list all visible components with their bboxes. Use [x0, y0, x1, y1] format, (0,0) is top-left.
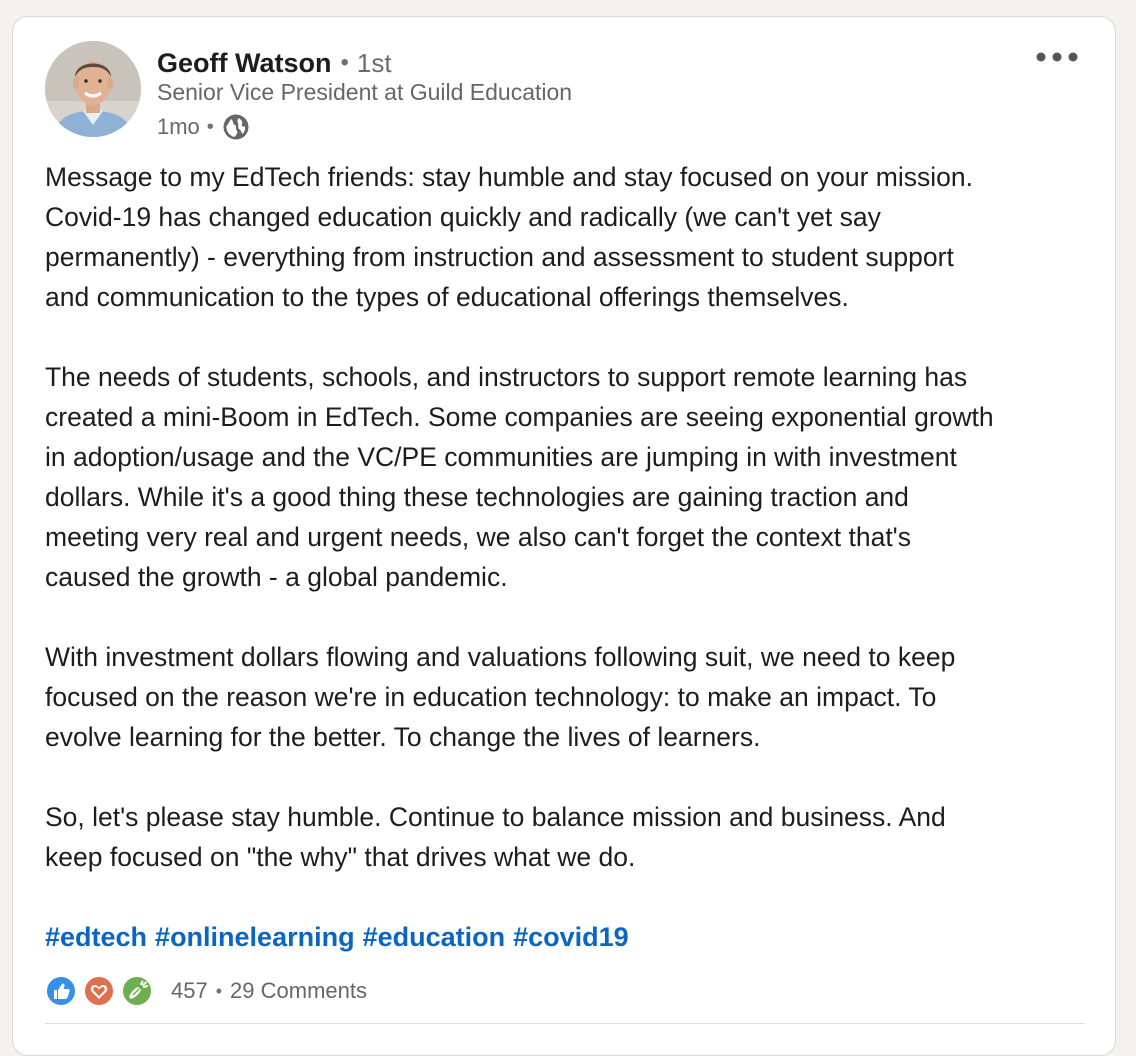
divider: [45, 1023, 1085, 1024]
social-counts: 457 • 29 Comments: [45, 974, 367, 1008]
love-icon: [83, 975, 115, 1007]
post-line: and communication to the types of educat…: [45, 282, 849, 312]
post-line: Covid-19 has changed education quickly a…: [45, 202, 881, 232]
post-line: in adoption/usage and the VC/PE communit…: [45, 442, 957, 472]
author-name-row: Geoff Watson • 1st: [157, 43, 392, 83]
author-name[interactable]: Geoff Watson: [157, 48, 332, 79]
post-line: evolve learning for the better. To chang…: [45, 722, 761, 752]
post-line: dollars. While it's a good thing these t…: [45, 482, 909, 512]
post-line: meeting very real and urgent needs, we a…: [45, 522, 911, 552]
post-paragraph: Message to my EdTech friends: stay humbl…: [45, 157, 1105, 317]
author-avatar[interactable]: [45, 41, 141, 137]
post-line: caused the growth - a global pandemic.: [45, 562, 508, 592]
hashtag-list: #edtech #onlinelearning #education #covid19: [45, 917, 637, 957]
author-headline: Senior Vice President at Guild Education: [157, 79, 573, 105]
post-card: Geoff Watson • 1st Senior Vice President…: [12, 16, 1116, 1056]
author-photo: [45, 41, 141, 137]
hashtag-link[interactable]: #onlinelearning: [155, 922, 355, 952]
post-line: focused on the reason we're in education…: [45, 682, 937, 712]
reaction-count[interactable]: 457: [171, 978, 208, 1004]
post-paragraph: With investment dollars flowing and valu…: [45, 637, 1105, 757]
post-paragraph: The needs of students, schools, and inst…: [45, 357, 1105, 597]
like-icon: [45, 975, 77, 1007]
separator-dot: •: [206, 115, 214, 138]
post-paragraph: So, let's please stay humble. Continue t…: [45, 797, 1105, 877]
post-line: So, let's please stay humble. Continue t…: [45, 802, 946, 832]
connection-degree: 1st: [356, 47, 392, 78]
hashtag-link[interactable]: #covid19: [513, 922, 629, 952]
comments-count-link[interactable]: 29 Comments: [230, 978, 367, 1004]
post-body: Message to my EdTech friends: stay humbl…: [45, 157, 1105, 917]
post-meta: 1mo •: [157, 111, 250, 143]
ellipsis-icon: [1036, 52, 1078, 62]
post-line: With investment dollars flowing and valu…: [45, 642, 956, 672]
post-line: permanently) - everything from instructi…: [45, 242, 954, 272]
separator-dot: •: [215, 980, 223, 1001]
celebrate-icon: [121, 975, 153, 1007]
post-line: The needs of students, schools, and inst…: [45, 362, 968, 392]
hashtag-link[interactable]: #edtech: [45, 922, 147, 952]
post-line: Message to my EdTech friends: stay humbl…: [45, 162, 973, 192]
post-line: keep focused on "the why" that drives wh…: [45, 842, 636, 872]
post-line: created a mini-Boom in EdTech. Some comp…: [45, 402, 994, 432]
post-timestamp: 1mo: [157, 114, 200, 139]
hashtag-link[interactable]: #education: [363, 922, 506, 952]
more-options-button[interactable]: [1031, 41, 1083, 73]
separator-dot: •: [340, 49, 349, 76]
reaction-icons[interactable]: [45, 975, 159, 1007]
globe-icon: [222, 113, 250, 141]
